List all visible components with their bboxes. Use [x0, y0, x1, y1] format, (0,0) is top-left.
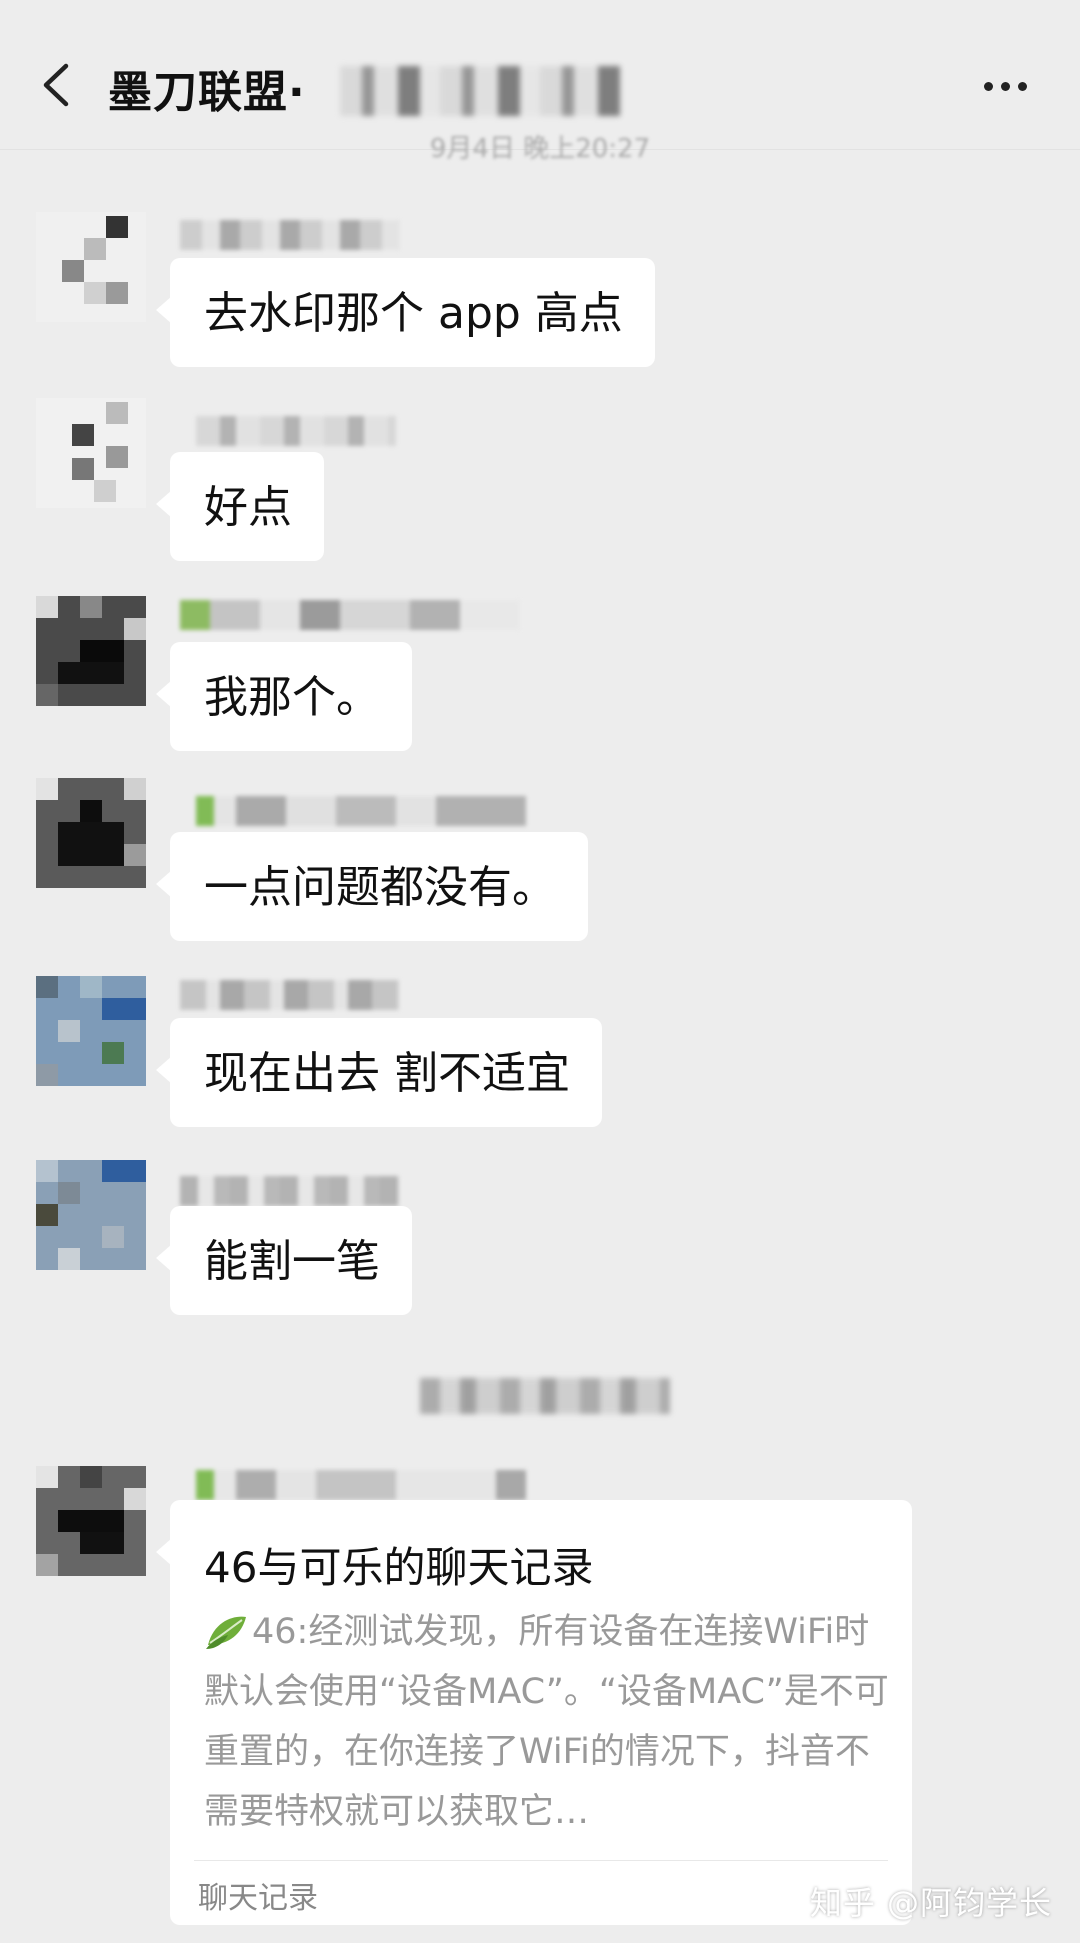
avatar[interactable] — [36, 976, 146, 1086]
chevron-left-icon — [43, 63, 69, 107]
message-bubble[interactable]: 去水印那个 app 高点 — [156, 258, 655, 367]
dot-icon — [983, 81, 993, 91]
chat-title-redacted — [340, 66, 620, 116]
watermark: 知乎 @阿钧学长 — [809, 1884, 1052, 1922]
back-button[interactable] — [30, 50, 80, 120]
system-notice-redacted — [420, 1378, 670, 1414]
avatar[interactable] — [36, 398, 146, 508]
avatar[interactable] — [36, 778, 146, 888]
message-bubble[interactable]: 我那个。 — [156, 642, 412, 751]
message-bubble[interactable]: 好点 — [156, 452, 324, 561]
chat-record-label: 聊天记录 — [198, 1881, 318, 1916]
message-bubble[interactable]: 一点问题都没有。 — [156, 832, 588, 941]
chat-record-card[interactable]: 46与可乐的聊天记录 46:经测试发现，所有设备在连接WiFi时默认会使用“设备… — [156, 1500, 912, 1925]
leaf-icon — [206, 1616, 246, 1649]
sender-name-redacted — [180, 220, 400, 250]
message-bubble[interactable]: 现在出去 割不适宜 — [156, 1018, 602, 1127]
chat-title: 墨刀联盟· — [108, 67, 306, 118]
avatar[interactable] — [36, 596, 146, 706]
avatar[interactable] — [36, 212, 146, 322]
chat-record-preview: 46:经测试发现，所有设备在连接WiFi时默认会使用“设备MAC”。“设备MAC… — [204, 1602, 894, 1842]
more-options-button[interactable] — [970, 66, 1040, 106]
avatar[interactable] — [36, 1466, 146, 1576]
sender-name-redacted — [180, 1176, 400, 1206]
chat-record-preview-text: 46:经测试发现，所有设备在连接WiFi时默认会使用“设备MAC”。“设备MAC… — [204, 1612, 889, 1832]
chat-record-title: 46与可乐的聊天记录 — [204, 1543, 594, 1592]
sender-name-redacted — [196, 796, 526, 826]
divider — [194, 1860, 888, 1861]
message-bubble[interactable]: 能割一笔 — [156, 1206, 412, 1315]
sender-name-redacted — [196, 416, 396, 446]
dot-icon — [1000, 81, 1010, 91]
message-timestamp: 9月4日 晚上20:27 — [429, 134, 651, 164]
sender-name-redacted — [180, 980, 400, 1010]
dot-icon — [1017, 81, 1027, 91]
avatar[interactable] — [36, 1160, 146, 1270]
sender-name-redacted — [180, 600, 520, 630]
sender-name-redacted — [196, 1470, 526, 1500]
